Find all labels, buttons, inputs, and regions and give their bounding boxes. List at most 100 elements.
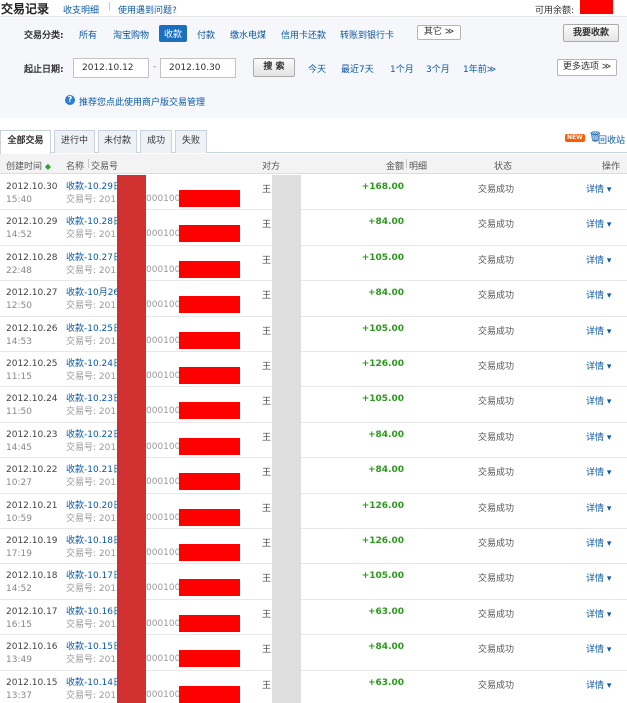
tab-failed[interactable]: 失败 xyxy=(175,130,207,153)
trade-number: 交易号: 2012 xyxy=(66,336,122,347)
merchant-tip-link[interactable]: 推荐您点此使用商户版交易管理 xyxy=(79,95,205,108)
sort-icon[interactable]: ◆ xyxy=(45,162,51,171)
detail-dropdown[interactable]: 详情 ▾ xyxy=(586,217,611,230)
counterparty: 王 xyxy=(262,397,272,408)
detail-dropdown[interactable]: 详情 ▾ xyxy=(586,324,611,337)
table-row: 2012.10.23 14:45 收款-10.22日 交易号: 2012 0001000… xyxy=(0,423,627,459)
time-text: 17:19 xyxy=(6,549,32,559)
detail-dropdown[interactable]: 详情 ▾ xyxy=(586,607,611,620)
detail-dropdown[interactable]: 详情 ▾ xyxy=(586,430,611,443)
trade-name-link[interactable]: 收款-10.27日 xyxy=(66,253,122,263)
detail-dropdown[interactable]: 详情 ▾ xyxy=(586,536,611,549)
counterparty: 王 xyxy=(262,503,272,514)
time-text: 11:15 xyxy=(6,372,32,382)
status-text: 交易成功 xyxy=(478,574,515,585)
table-row: 2012.10.19 17:19 收款-10.18日 交易号: 2012 0001000… xyxy=(0,529,627,565)
trade-number: 交易号: 2012 xyxy=(66,195,122,205)
tab-all[interactable]: 全部交易 xyxy=(0,130,51,154)
tab-unpaid[interactable]: 未付款 xyxy=(98,130,137,153)
detail-dropdown[interactable]: 详情 ▾ xyxy=(586,501,611,514)
category-receive[interactable]: 收款 xyxy=(159,25,188,42)
category-all[interactable]: 所有 xyxy=(79,28,97,41)
counterparty: 王 xyxy=(262,255,272,266)
redaction-box xyxy=(179,190,240,207)
detail-dropdown[interactable]: 详情 ▾ xyxy=(586,288,611,301)
recycle-bin-link[interactable]: 回收站 xyxy=(598,133,625,146)
range-7-days[interactable]: 最近7天 xyxy=(341,62,374,75)
statement-link[interactable]: 收支明细 xyxy=(63,3,99,16)
status-text: 交易成功 xyxy=(478,220,515,231)
redaction-box xyxy=(179,296,240,314)
table-row: 2012.10.18 14:52 收款-10.17日 交易号: 2012 0001000… xyxy=(0,564,627,600)
category-bank-transfer[interactable]: 转账到银行卡 xyxy=(340,28,394,41)
table-row: 2012.10.28 22:48 收款-10.27日 交易号: 2012 0001000… xyxy=(0,246,627,282)
table-row: 2012.10.30 15:40 收款-10.29日 交易号: 2012 0001000… xyxy=(0,175,627,211)
counterparty: 王 xyxy=(262,539,272,549)
created-date: 2012.10.21 10:59 xyxy=(6,500,58,526)
created-date: 2012.10.22 10:27 xyxy=(6,464,58,490)
trade-name-link[interactable]: 收款-10.29日 xyxy=(66,182,122,192)
trade-name-link[interactable]: 收款-10.28日 xyxy=(66,217,122,227)
range-today[interactable]: 今天 xyxy=(308,62,326,75)
counterparty: 王 xyxy=(262,185,272,195)
trade-name-link[interactable]: 收款-10.21日 xyxy=(66,465,122,475)
detail-dropdown[interactable]: 详情 ▾ xyxy=(586,642,611,655)
trade-name: 收款-10.23日 交易号: 2012 xyxy=(66,393,122,419)
trade-name-link[interactable]: 收款-10.24日 xyxy=(66,359,122,369)
trade-name-link[interactable]: 收款-10.16日 xyxy=(66,607,122,617)
end-date-input[interactable]: 2012.10.30 xyxy=(160,58,236,78)
trade-name-link[interactable]: 收款-10.23日 xyxy=(66,394,122,404)
trade-name-link[interactable]: 收款-10.20日 xyxy=(66,501,122,511)
range-1-year-ago[interactable]: 1年前≫ xyxy=(463,62,496,75)
detail-dropdown[interactable]: 详情 ▾ xyxy=(586,678,611,691)
trade-name-link[interactable]: 收款-10.25日 xyxy=(66,324,122,334)
range-1-month[interactable]: 1个月 xyxy=(390,62,414,75)
help-link[interactable]: 使用遇到问题? xyxy=(118,3,177,16)
search-button[interactable]: 搜 索 xyxy=(253,58,295,77)
category-credit-card[interactable]: 信用卡还款 xyxy=(281,28,326,41)
table-row: 2012.10.25 11:15 收款-10.24日 交易号: 2012 0001000… xyxy=(0,352,627,388)
redaction-box xyxy=(179,685,240,703)
table-row: 2012.10.21 10:59 收款-10.20日 交易号: 2012 0001000… xyxy=(0,494,627,529)
start-date-input[interactable]: 2012.10.12 xyxy=(73,58,149,78)
redaction-bar xyxy=(117,175,146,703)
tab-success[interactable]: 成功 xyxy=(140,130,172,153)
detail-dropdown[interactable]: 详情 ▾ xyxy=(586,465,611,478)
category-taobao[interactable]: 淘宝购物 xyxy=(113,28,149,41)
trade-name-link[interactable]: 收款-10.22日 xyxy=(66,430,122,440)
table-header: 创建时间 ◆ 名称 | 交易号 对方 金额 | 明细 状态 操作 xyxy=(0,154,627,174)
created-date: 2012.10.26 14:53 xyxy=(6,323,58,349)
trade-name-link[interactable]: 收款-10.14日 xyxy=(66,678,122,688)
detail-dropdown[interactable]: 详情 ▾ xyxy=(586,182,611,195)
trade-name-link[interactable]: 收款-10月26 xyxy=(66,288,119,298)
tab-in-progress[interactable]: 进行中 xyxy=(54,130,95,153)
date-text: 2012.10.30 xyxy=(6,182,58,192)
collect-money-button[interactable]: 我要收款 xyxy=(563,24,619,42)
other-category-button[interactable]: 其它 ≫ xyxy=(417,25,461,40)
category-pay[interactable]: 付款 xyxy=(197,28,215,41)
counterparty: 王 xyxy=(262,362,272,372)
trade-name-link[interactable]: 收款-10.17日 xyxy=(66,571,122,581)
time-text: 13:49 xyxy=(6,655,32,666)
trade-number: 交易号: 2012 xyxy=(66,513,122,524)
trade-number: 交易号: 2012 xyxy=(66,442,122,453)
status-text: 交易成功 xyxy=(478,362,515,372)
header-name: 名称 xyxy=(66,162,85,172)
header-action: 操作 xyxy=(602,162,621,172)
trade-name: 收款-10.15日 交易号: 2012 xyxy=(66,641,122,667)
amount: +84.00 xyxy=(367,429,404,440)
detail-dropdown[interactable]: 详情 ▾ xyxy=(586,253,611,266)
detail-dropdown[interactable]: 详情 ▾ xyxy=(586,571,611,584)
counterparty: 王 xyxy=(262,680,272,691)
range-3-months[interactable]: 3个月 xyxy=(426,62,450,75)
more-options-button[interactable]: 更多选项 ≫ xyxy=(557,59,617,76)
status-text: 交易成功 xyxy=(478,185,515,195)
time-text: 12:50 xyxy=(6,301,32,312)
detail-dropdown[interactable]: 详情 ▾ xyxy=(586,359,611,372)
counterparty: 王 xyxy=(262,645,272,656)
header-created[interactable]: 创建时间 ◆ xyxy=(6,159,51,172)
detail-dropdown[interactable]: 详情 ▾ xyxy=(586,394,611,407)
category-utilities[interactable]: 缴水电煤 xyxy=(230,28,266,41)
trade-name-link[interactable]: 收款-10.18日 xyxy=(66,536,122,546)
trade-name-link[interactable]: 收款-10.15日 xyxy=(66,642,122,652)
